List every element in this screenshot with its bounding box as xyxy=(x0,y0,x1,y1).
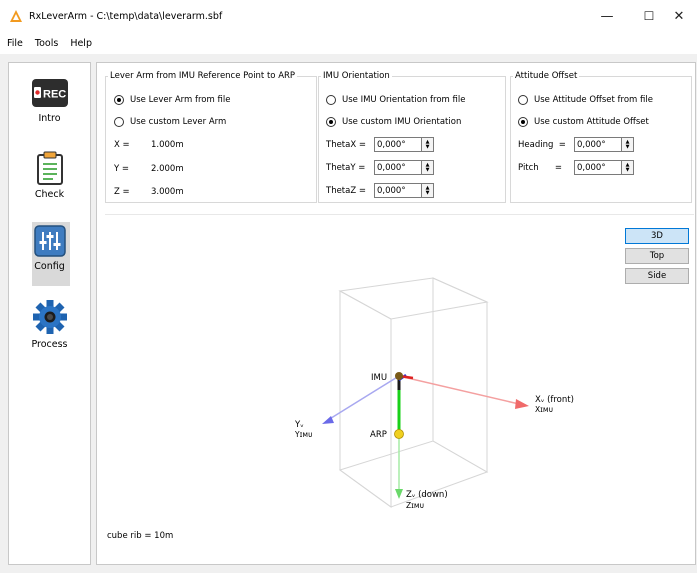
spin-arrows-icon[interactable]: ▲ ▼ xyxy=(621,138,633,151)
attitude-custom-radio[interactable]: Use custom Attitude Offset xyxy=(518,117,649,127)
thetay-spinbox[interactable]: 0,000° ▲ ▼ xyxy=(374,160,434,175)
close-button[interactable]: ✕ xyxy=(661,0,697,32)
menu-tools[interactable]: Tools xyxy=(29,38,64,49)
ximu-label: Xɪᴍᴜ xyxy=(535,405,553,414)
thetax-value[interactable]: 0,000° xyxy=(375,140,421,150)
z-axis-arrow xyxy=(395,489,403,499)
thetay-value[interactable]: 0,000° xyxy=(375,163,421,173)
yimu-label: Yɪᴍᴜ xyxy=(294,430,312,439)
sidebar-item-intro[interactable]: REC Intro xyxy=(9,77,90,124)
rec-icon: REC xyxy=(31,79,68,107)
menu-help[interactable]: Help xyxy=(64,38,98,49)
imu-file-radio[interactable]: Use IMU Orientation from file xyxy=(326,95,465,105)
thetaz-row: ThetaZ = 0,000° ▲ ▼ xyxy=(326,183,434,198)
sliders-icon xyxy=(33,225,66,257)
spin-arrows-icon[interactable]: ▲ ▼ xyxy=(421,138,433,151)
z-label: Z = xyxy=(114,187,130,197)
thetay-row: ThetaY = 0,000° ▲ ▼ xyxy=(326,160,434,175)
app-logo-icon xyxy=(10,10,22,22)
zimu-label: Zɪᴍᴜ xyxy=(406,501,424,510)
lever-arm-z-row: Z = 3.000m xyxy=(114,187,184,197)
y-value: 2.000m xyxy=(151,164,184,174)
pitch-row: Pitch = 0,000° ▲ ▼ xyxy=(518,160,634,175)
heading-spinbox[interactable]: 0,000° ▲ ▼ xyxy=(574,137,634,152)
lever-arm-legend: Lever Arm from IMU Reference Point to AR… xyxy=(110,71,296,81)
thetax-row: ThetaX = 0,000° ▲ ▼ xyxy=(326,137,434,152)
3d-viewport[interactable]: 3D Top Side IMU ARP Xᵥ (front) Xɪᴍᴜ Yᵥ Y… xyxy=(105,214,694,546)
xv-label: Xᵥ (front) xyxy=(535,395,574,405)
thetax-spinbox[interactable]: 0,000° ▲ ▼ xyxy=(374,137,434,152)
title-bar: RxLeverArm - C:\temp\data\leverarm.sbf —… xyxy=(0,0,697,32)
lever-arm-y-row: Y = 2.000m xyxy=(114,164,184,174)
arp-marker xyxy=(394,429,404,439)
cube-wireframe xyxy=(338,277,489,508)
x-axis-line xyxy=(398,375,520,405)
imu-custom-label: Use custom IMU Orientation xyxy=(342,117,462,127)
attitude-file-radio[interactable]: Use Attitude Offset from file xyxy=(518,95,653,105)
imu-file-label: Use IMU Orientation from file xyxy=(342,95,466,105)
spin-arrows-icon[interactable]: ▲ ▼ xyxy=(421,161,433,174)
attitude-file-label: Use Attitude Offset from file xyxy=(534,95,653,105)
sidebar-item-config[interactable]: Config xyxy=(9,225,90,272)
thetay-label: ThetaY = xyxy=(326,162,366,173)
lever-arm-custom-label: Use custom Lever Arm xyxy=(130,117,227,127)
pitch-spinbox[interactable]: 0,000° ▲ ▼ xyxy=(574,160,634,175)
menu-bar: File Tools Help xyxy=(0,32,697,54)
lever-arm-file-radio[interactable]: Use Lever Arm from file xyxy=(114,95,230,105)
radio-unselected xyxy=(326,95,336,105)
radio-selected xyxy=(518,117,528,127)
imu-label: IMU xyxy=(371,373,387,383)
gear-icon xyxy=(32,300,67,334)
imu-marker xyxy=(395,372,403,380)
rec-icon-text: REC xyxy=(43,89,66,101)
heading-value[interactable]: 0,000° xyxy=(575,140,621,150)
pitch-label: Pitch = xyxy=(518,162,563,173)
zv-label: Zᵥ (down) xyxy=(406,490,448,500)
attitude-custom-label: Use custom Attitude Offset xyxy=(534,117,649,127)
radio-unselected xyxy=(518,95,528,105)
yv-label: Yᵥ xyxy=(294,420,304,430)
minimize-button[interactable]: — xyxy=(585,0,629,32)
lever-arm-group: Lever Arm from IMU Reference Point to AR… xyxy=(105,71,317,203)
z-value: 3.000m xyxy=(151,187,184,197)
thetax-label: ThetaX = xyxy=(326,139,366,150)
radio-selected xyxy=(326,117,336,127)
thetaz-spinbox[interactable]: 0,000° ▲ ▼ xyxy=(374,183,434,198)
axes-scene: IMU ARP Xᵥ (front) Xɪᴍᴜ Yᵥ Yɪᴍᴜ Zᵥ (down… xyxy=(294,277,574,510)
thetaz-label: ThetaZ = xyxy=(326,185,366,196)
x-label: X = xyxy=(114,140,130,150)
y-axis-line xyxy=(327,375,400,421)
radio-unselected xyxy=(114,117,124,127)
sidebar-item-label: Check xyxy=(34,189,65,200)
config-panel: Lever Arm from IMU Reference Point to AR… xyxy=(96,62,696,565)
lever-arm-custom-radio[interactable]: Use custom Lever Arm xyxy=(114,117,226,127)
lever-arm-file-label: Use Lever Arm from file xyxy=(130,95,231,105)
radio-selected xyxy=(114,95,124,105)
sidebar-item-label: Config xyxy=(34,261,65,272)
menu-file[interactable]: File xyxy=(0,38,29,49)
sidebar-item-process[interactable]: Process xyxy=(9,299,90,350)
sidebar-item-label: Intro xyxy=(38,113,61,124)
attitude-offset-legend: Attitude Offset xyxy=(515,71,578,81)
cube-rib-note: cube rib = 10m xyxy=(107,531,174,541)
lever-arm-x-row: X = 1.000m xyxy=(114,140,184,150)
x-value: 1.000m xyxy=(151,140,184,150)
thetaz-value[interactable]: 0,000° xyxy=(375,186,421,196)
imu-custom-radio[interactable]: Use custom IMU Orientation xyxy=(326,117,461,127)
window-title: RxLeverArm - C:\temp\data\leverarm.sbf xyxy=(29,10,223,22)
heading-row: Heading = 0,000° ▲ ▼ xyxy=(518,137,634,152)
sidebar-item-label: Process xyxy=(31,339,68,350)
sidebar-item-check[interactable]: Check xyxy=(9,151,90,200)
heading-label: Heading = xyxy=(518,139,566,150)
spin-arrows-icon[interactable]: ▲ ▼ xyxy=(421,184,433,197)
y-label: Y = xyxy=(114,164,130,174)
x-axis-arrow xyxy=(515,399,529,409)
spin-arrows-icon[interactable]: ▲ ▼ xyxy=(621,161,633,174)
clipboard-icon xyxy=(36,151,63,185)
arp-label: ARP xyxy=(370,430,387,440)
imu-orientation-legend: IMU Orientation xyxy=(323,71,390,81)
sidebar: REC Intro Check Config Process xyxy=(8,62,91,565)
pitch-value[interactable]: 0,000° xyxy=(575,163,621,173)
